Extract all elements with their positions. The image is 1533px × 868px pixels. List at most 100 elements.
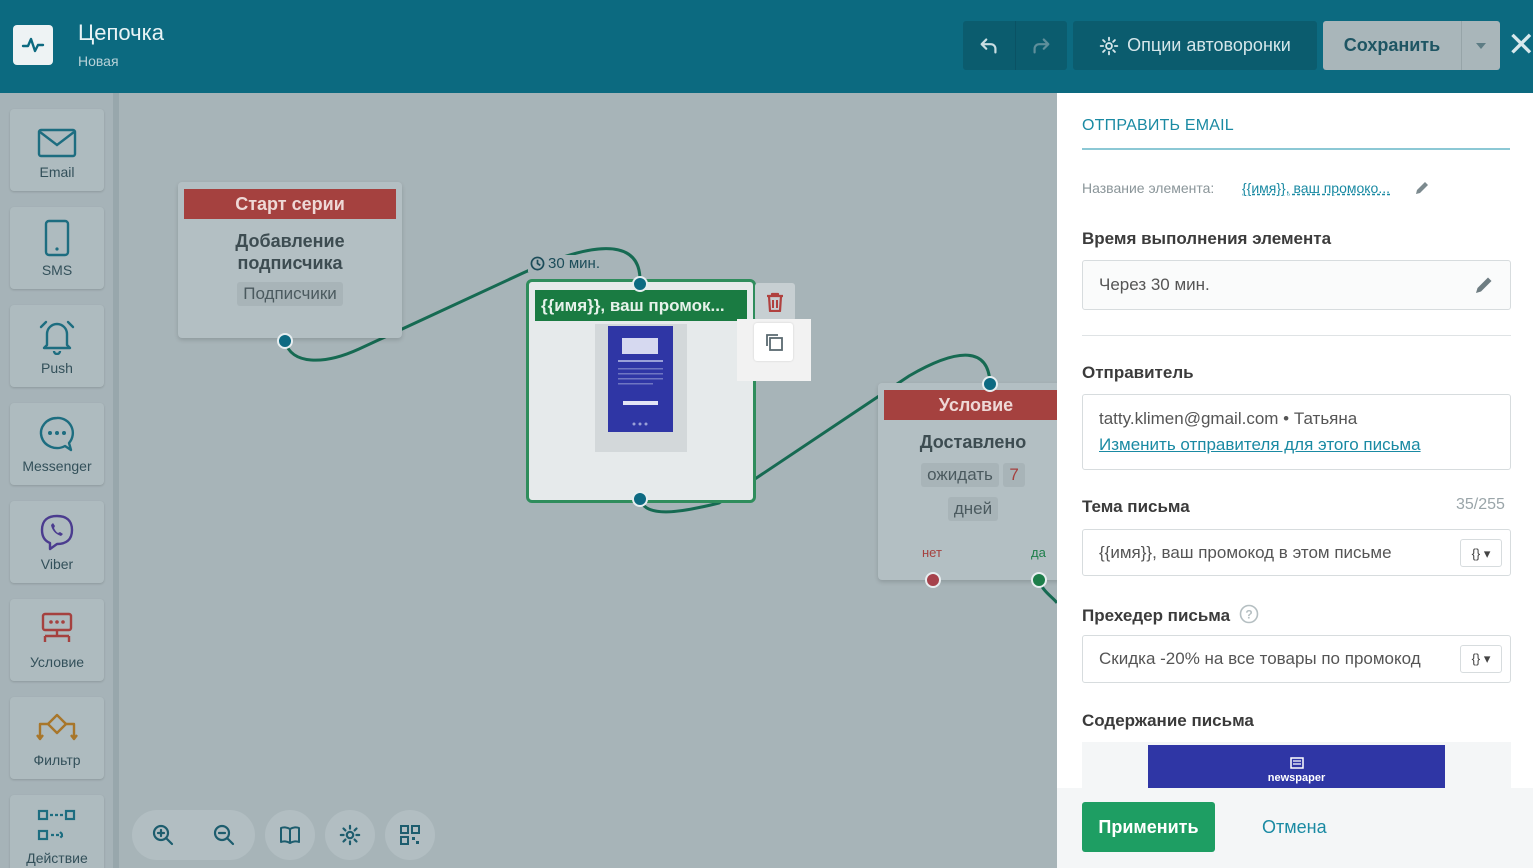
email-node-output-port[interactable]	[632, 491, 648, 507]
gear-icon	[339, 824, 361, 846]
redo-button[interactable]	[1014, 21, 1068, 70]
condition-node-header: Условие	[884, 390, 1057, 420]
phone-icon	[44, 219, 70, 257]
palette-item-filter[interactable]: Фильтр	[10, 697, 104, 779]
element-name-value[interactable]: {{имя}}, ваш промоко...	[1242, 180, 1390, 196]
envelope-icon	[37, 128, 77, 158]
book-icon	[280, 826, 300, 844]
app-logo[interactable]	[13, 25, 53, 65]
page-subtitle: Новая	[78, 53, 119, 69]
duplicate-node-button[interactable]	[754, 323, 793, 361]
save-button-group: Сохранить	[1323, 21, 1500, 70]
qr-code-icon	[400, 825, 420, 845]
delay-timer: 30 мин.	[528, 255, 602, 272]
exec-time-label: Время выполнения элемента	[1082, 229, 1332, 248]
divider	[1082, 335, 1511, 336]
preheader-label-row: Прехедер письма ?	[1082, 604, 1259, 626]
canvas-settings-button[interactable]	[325, 810, 375, 860]
change-sender-link[interactable]: Изменить отправителя для этого письма	[1099, 432, 1494, 458]
palette-item-sms[interactable]: SMS	[10, 207, 104, 289]
gear-icon	[1099, 36, 1119, 55]
undo-button[interactable]	[963, 21, 1015, 70]
history-buttons	[963, 21, 1067, 70]
condition-wait-label: ожидать	[921, 463, 999, 487]
start-node-chip: Подписчики	[237, 282, 343, 306]
palette-item-label: Viber	[40, 556, 74, 572]
panel-title-underline	[1082, 148, 1510, 150]
condition-no-port[interactable]	[925, 572, 941, 588]
panel-title: ОТПРАВИТЬ EMAIL	[1082, 117, 1234, 134]
element-palette: Email SMS Push Messenger Viber Условие Ф…	[0, 93, 119, 868]
edit-pencil-icon[interactable]	[1474, 275, 1494, 295]
braces-icon: {}	[1471, 545, 1481, 561]
exec-time-field[interactable]: Через 30 мин.	[1082, 260, 1511, 310]
redo-icon	[1033, 37, 1050, 54]
caret-down-icon	[1476, 42, 1486, 49]
newspaper-icon	[1289, 757, 1304, 769]
bell-icon	[39, 320, 75, 355]
undo-icon	[980, 37, 997, 54]
zoom-out-button[interactable]	[194, 810, 256, 860]
palette-item-condition[interactable]: Условие	[10, 599, 104, 681]
email-node-header: {{имя}}, ваш промок...	[535, 290, 747, 321]
palette-item-label: Действие	[26, 850, 88, 866]
preview-brand: newspaper	[1267, 772, 1326, 784]
subject-label: Тема письма	[1082, 497, 1190, 516]
copy-highlight	[737, 319, 811, 381]
condition-node-title: Доставлено	[919, 432, 1027, 452]
page-title: Цепочка	[78, 20, 164, 45]
palette-item-label: Email	[39, 164, 75, 180]
email-node-input-port[interactable]	[632, 276, 648, 292]
viber-icon	[40, 514, 74, 551]
cancel-button[interactable]: Отмена	[1262, 817, 1327, 838]
subject-value: {{имя}}, ваш промокод в этом письме	[1099, 543, 1392, 562]
apply-button[interactable]: Применить	[1082, 802, 1215, 852]
delay-timer-label: 30 мин.	[548, 255, 600, 272]
condition-node[interactable]: Условие Доставлено ожидать 7 дней нет да	[878, 383, 1057, 580]
subject-input[interactable]: {{имя}}, ваш промокод в этом письме {} ▾	[1082, 529, 1511, 576]
action-icon	[37, 809, 76, 841]
start-node-output-port[interactable]	[277, 333, 293, 349]
edit-name-pencil-icon[interactable]	[1414, 180, 1430, 196]
start-node-title: Добавление подписчика	[235, 231, 345, 273]
preheader-label: Прехедер письма	[1082, 606, 1231, 625]
condition-node-input-port[interactable]	[982, 376, 998, 392]
preheader-value: Скидка -20% на все товары по промокод	[1099, 649, 1421, 668]
qr-button[interactable]	[385, 810, 435, 860]
element-settings-panel: ОТПРАВИТЬ EMAIL Название элемента: {{имя…	[1057, 93, 1533, 868]
palette-item-label: Условие	[29, 654, 85, 670]
help-book-button[interactable]	[265, 810, 315, 860]
email-content-preview[interactable]: newspaper	[1082, 742, 1511, 789]
save-button[interactable]: Сохранить	[1323, 21, 1461, 70]
zoom-out-icon	[214, 824, 235, 846]
palette-item-action[interactable]: Действие	[10, 795, 104, 868]
close-icon[interactable]: ✕	[1507, 28, 1533, 62]
palette-item-messenger[interactable]: Messenger	[10, 403, 104, 485]
start-node[interactable]: Старт серии Добавление подписчика Подпис…	[178, 182, 402, 338]
condition-yes-port[interactable]	[1031, 572, 1047, 588]
zoom-controls	[132, 810, 255, 860]
palette-item-email[interactable]: Email	[10, 109, 104, 191]
subject-counter: 35/255	[1456, 496, 1505, 513]
zoom-in-icon	[152, 824, 173, 846]
palette-item-label: Фильтр	[33, 752, 81, 768]
exec-time-value: Через 30 мин.	[1099, 275, 1210, 294]
copy-icon	[765, 334, 783, 351]
subject-variables-button[interactable]: {} ▾	[1460, 539, 1502, 567]
delete-node-button[interactable]	[755, 283, 795, 321]
workflow-canvas[interactable]: Старт серии Добавление подписчика Подпис…	[119, 93, 1057, 868]
palette-item-viber[interactable]: Viber	[10, 501, 104, 583]
help-circle-icon[interactable]: ?	[1239, 604, 1259, 624]
palette-item-push[interactable]: Push	[10, 305, 104, 387]
clock-icon	[530, 256, 545, 271]
save-dropdown-button[interactable]	[1461, 21, 1500, 70]
zoom-in-button[interactable]	[132, 810, 194, 860]
condition-wait-unit: дней	[947, 497, 999, 521]
preheader-input[interactable]: Скидка -20% на все товары по промокод {}…	[1082, 635, 1511, 683]
preheader-variables-button[interactable]: {} ▾	[1460, 645, 1502, 673]
funnel-options-button[interactable]: Опции автоворонки	[1073, 21, 1317, 70]
sender-label: Отправитель	[1082, 363, 1194, 382]
top-header: Цепочка Новая Опции автоворонки Сохранит…	[0, 0, 1533, 93]
condition-no-label: нет	[922, 545, 942, 560]
email-node[interactable]: {{имя}}, ваш промок...	[526, 279, 756, 503]
